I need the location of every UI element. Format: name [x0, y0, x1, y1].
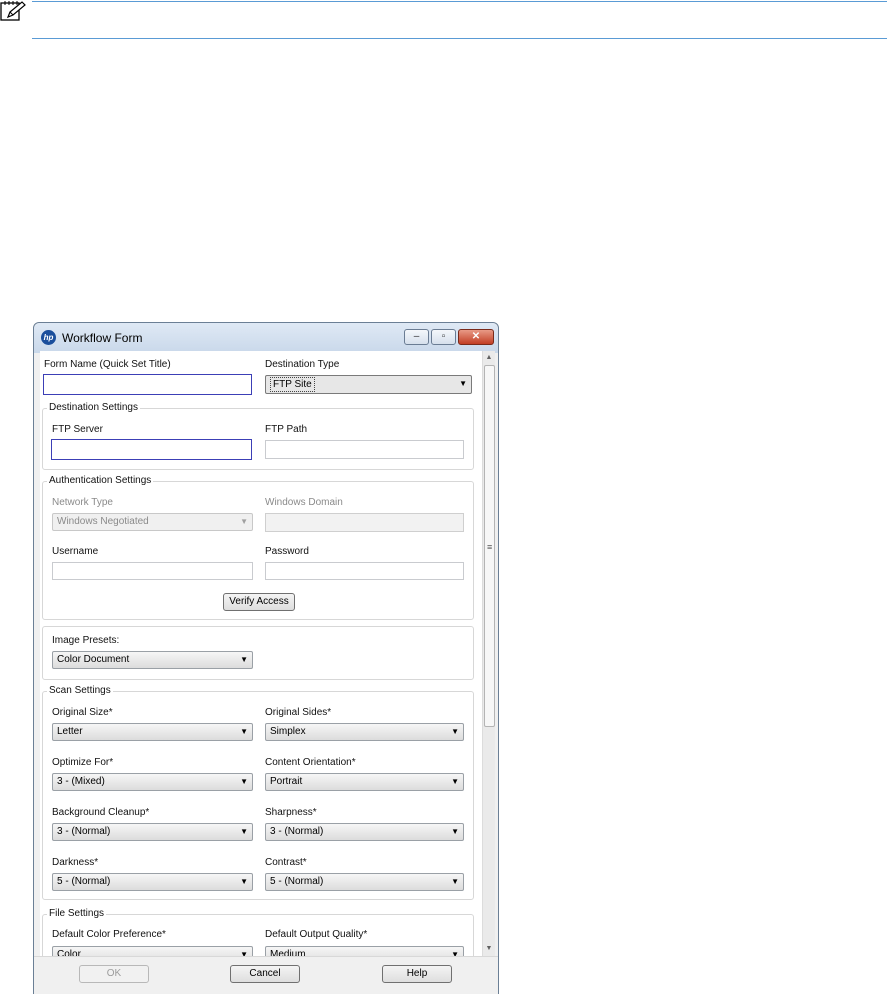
optimize-for-label: Optimize For*: [52, 757, 114, 768]
file-settings-title: File Settings: [47, 908, 107, 919]
chevron-down-icon: ▼: [451, 950, 459, 956]
chevron-down-icon: ▼: [451, 877, 459, 886]
maximize-button[interactable]: ▫: [431, 329, 456, 345]
dialog-footer: OK Cancel Help: [34, 956, 498, 994]
ftp-server-input[interactable]: [51, 439, 252, 460]
ftp-server-label: FTP Server: [52, 424, 103, 435]
image-presets-label: Image Presets:: [52, 635, 120, 646]
scroll-down-icon[interactable]: ▼: [483, 943, 495, 955]
username-label: Username: [52, 546, 99, 557]
network-type-select[interactable]: Windows Negotiated ▼: [52, 513, 253, 531]
scroll-up-icon[interactable]: ▲: [483, 352, 495, 364]
form-name-input[interactable]: [43, 374, 252, 395]
sharpness-value: 3 - (Normal): [270, 826, 324, 837]
chevron-down-icon: ▼: [451, 727, 459, 736]
content-orientation-label: Content Orientation*: [265, 757, 356, 768]
scrollbar-thumb[interactable]: ≡: [484, 365, 495, 727]
background-cleanup-select[interactable]: 3 - (Normal) ▼: [52, 823, 253, 841]
chevron-down-icon: ▼: [451, 827, 459, 836]
image-presets-value: Color Document: [57, 654, 130, 665]
original-sides-label: Original Sides*: [265, 707, 332, 718]
original-size-value: Letter: [57, 726, 83, 737]
image-presets-select[interactable]: Color Document ▼: [52, 651, 253, 669]
original-size-label: Original Size*: [52, 707, 113, 718]
form-name-label: Form Name (Quick Set Title): [44, 359, 171, 370]
note-rule-bottom: [32, 38, 887, 39]
sharpness-select[interactable]: 3 - (Normal) ▼: [265, 823, 464, 841]
content-orientation-value: Portrait: [270, 776, 303, 787]
vertical-scrollbar[interactable]: ▲ ≡ ▼: [482, 351, 495, 956]
original-sides-value: Simplex: [270, 726, 306, 737]
help-button[interactable]: Help: [382, 965, 452, 983]
hp-logo-icon: hp: [41, 330, 56, 345]
chevron-down-icon: ▼: [240, 777, 248, 786]
title-bar[interactable]: hp Workflow Form – ▫ ✕: [34, 323, 498, 353]
chevron-down-icon: ▼: [240, 727, 248, 736]
workflow-form-window: hp Workflow Form – ▫ ✕ Form Name (Quick …: [33, 322, 499, 994]
username-input[interactable]: [52, 562, 253, 580]
background-cleanup-label: Background Cleanup*: [52, 807, 150, 818]
color-preference-label: Default Color Preference*: [52, 929, 166, 940]
contrast-value: 5 - (Normal): [270, 876, 324, 887]
background-cleanup-value: 3 - (Normal): [57, 826, 111, 837]
note-rule-top: [32, 1, 887, 2]
output-quality-select[interactable]: Medium ▼: [265, 946, 464, 956]
chevron-down-icon: ▼: [240, 827, 248, 836]
chevron-down-icon: ▼: [459, 379, 467, 388]
chevron-down-icon: ▼: [451, 777, 459, 786]
color-preference-select[interactable]: Color ▼: [52, 946, 253, 956]
ftp-path-label: FTP Path: [265, 424, 308, 435]
minimize-button[interactable]: –: [404, 329, 429, 345]
ok-button[interactable]: OK: [79, 965, 149, 983]
contrast-select[interactable]: 5 - (Normal) ▼: [265, 873, 464, 891]
output-quality-label: Default Output Quality*: [265, 929, 368, 940]
windows-domain-label: Windows Domain: [265, 497, 343, 508]
darkness-select[interactable]: 5 - (Normal) ▼: [52, 873, 253, 891]
ftp-path-input[interactable]: [265, 440, 464, 459]
darkness-label: Darkness*: [52, 857, 99, 868]
optimize-for-value: 3 - (Mixed): [57, 776, 105, 787]
chevron-down-icon: ▼: [240, 877, 248, 886]
windows-domain-input[interactable]: [265, 513, 464, 532]
window-title: Workflow Form: [62, 331, 143, 345]
authentication-settings-title: Authentication Settings: [47, 475, 154, 486]
network-type-value: Windows Negotiated: [57, 516, 149, 527]
chevron-down-icon: ▼: [240, 517, 248, 526]
network-type-label: Network Type: [52, 497, 113, 508]
close-button[interactable]: ✕: [458, 329, 494, 345]
content-orientation-select[interactable]: Portrait ▼: [265, 773, 464, 791]
cancel-button[interactable]: Cancel: [230, 965, 300, 983]
password-input[interactable]: [265, 562, 464, 580]
original-size-select[interactable]: Letter ▼: [52, 723, 253, 741]
destination-settings-title: Destination Settings: [47, 402, 140, 413]
password-label: Password: [265, 546, 309, 557]
color-preference-value: Color: [57, 949, 81, 956]
sharpness-label: Sharpness*: [265, 807, 317, 818]
output-quality-value: Medium: [270, 949, 306, 956]
note-icon: [0, 1, 26, 21]
chevron-down-icon: ▼: [240, 950, 248, 956]
scroll-grip-icon: ≡: [487, 542, 493, 552]
form-content: Form Name (Quick Set Title) Destination …: [40, 351, 482, 956]
chevron-down-icon: ▼: [240, 655, 248, 664]
destination-type-label: Destination Type: [265, 359, 340, 370]
darkness-value: 5 - (Normal): [57, 876, 111, 887]
contrast-label: Contrast*: [265, 857, 307, 868]
optimize-for-select[interactable]: 3 - (Mixed) ▼: [52, 773, 253, 791]
verify-access-button[interactable]: Verify Access: [223, 593, 295, 611]
destination-type-select[interactable]: FTP Site ▼: [265, 375, 472, 394]
scan-settings-title: Scan Settings: [47, 685, 113, 696]
original-sides-select[interactable]: Simplex ▼: [265, 723, 464, 741]
destination-type-value: FTP Site: [270, 377, 315, 392]
